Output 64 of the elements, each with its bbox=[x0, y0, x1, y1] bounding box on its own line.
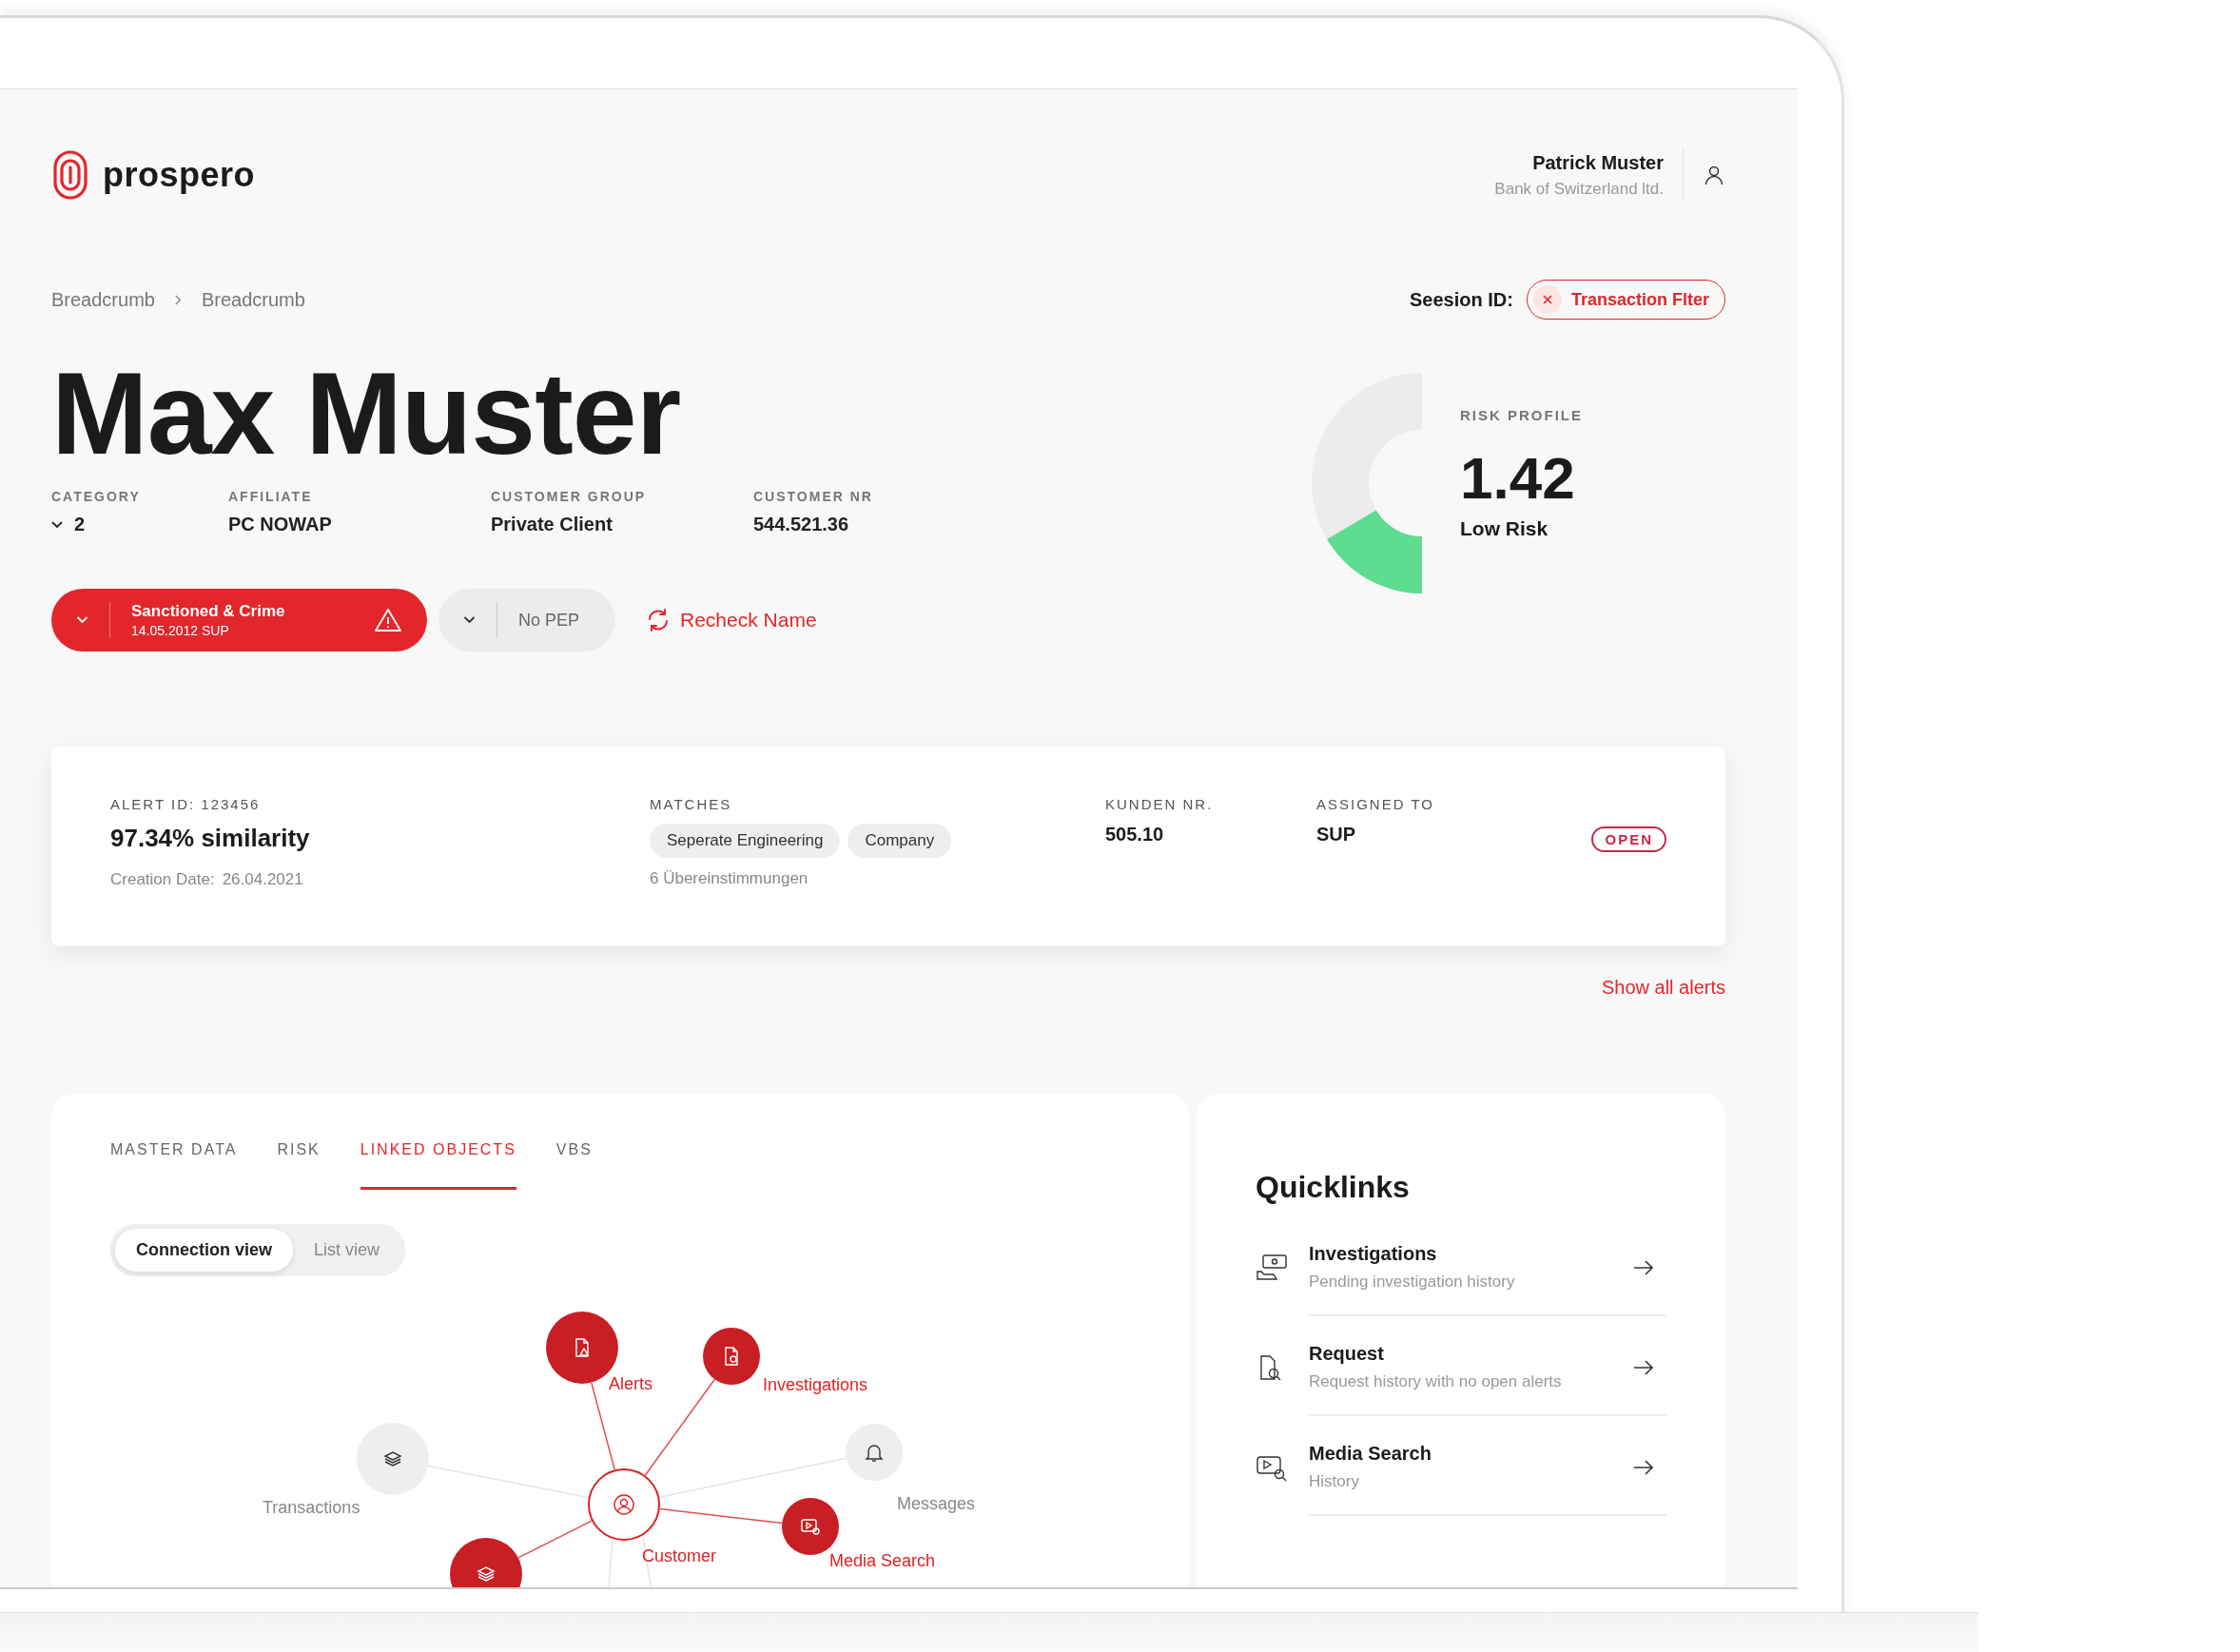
view-toggle-option[interactable]: List view bbox=[293, 1229, 401, 1273]
user-organization: Bank of Switzerland ltd. bbox=[1494, 179, 1664, 199]
fingerprint-logo-icon bbox=[51, 148, 89, 202]
tab[interactable]: MASTER DATA bbox=[110, 1141, 238, 1191]
customer-name: Max Muster bbox=[51, 350, 682, 478]
refresh-icon bbox=[646, 608, 671, 633]
quicklink-item[interactable]: Request Request history with no open alerts bbox=[1256, 1343, 1666, 1444]
field-value: 2 bbox=[74, 514, 86, 536]
user-name: Patrick Muster bbox=[1532, 151, 1664, 174]
breadcrumb-link[interactable]: Breadcrumb bbox=[51, 288, 155, 311]
view-toggle-option[interactable]: Connection view bbox=[115, 1229, 293, 1273]
chevron-down-icon[interactable] bbox=[463, 616, 476, 625]
node-label: Media Search bbox=[829, 1551, 936, 1572]
tab[interactable]: RISK bbox=[277, 1141, 321, 1191]
creation-date-label: Creation Date: bbox=[110, 870, 215, 890]
kunden-nr-value: 505.10 bbox=[1105, 824, 1165, 846]
quicklink-item[interactable]: Investigations Pending investigation history bbox=[1256, 1243, 1666, 1344]
matches-label: MATCHES bbox=[650, 796, 733, 813]
pep-status-button[interactable]: No PEP bbox=[438, 589, 615, 652]
field-value: PC NOWAP bbox=[228, 514, 332, 536]
node-label: Messages bbox=[897, 1494, 976, 1515]
warning-icon bbox=[374, 608, 402, 633]
sanction-status-button[interactable]: Sanctioned & Crime 14.05.2012 SUP bbox=[51, 589, 427, 652]
close-icon[interactable] bbox=[1532, 285, 1562, 314]
arrow-right-icon bbox=[1632, 1458, 1655, 1476]
creation-date: 26.04.2021 bbox=[222, 870, 303, 890]
chevron-down-icon[interactable] bbox=[51, 520, 63, 529]
similarity-value: 97.34% similarity bbox=[110, 824, 311, 854]
tab[interactable]: LINKED OBJECTS bbox=[360, 1141, 516, 1191]
matches-count: 6 Übereinstimmungen bbox=[650, 869, 809, 889]
risk-score: 1.42 bbox=[1460, 444, 1576, 512]
arrow-right-icon bbox=[1632, 1258, 1655, 1276]
brand-name[interactable]: prospero bbox=[103, 155, 256, 195]
show-all-alerts-link[interactable]: Show all alerts bbox=[1601, 977, 1725, 1000]
user-icon[interactable] bbox=[1703, 164, 1725, 186]
tab[interactable]: VBS bbox=[555, 1141, 593, 1191]
alert-card[interactable]: ALERT ID: 123456 97.34% similarity Creation Date: 26.04.2021 MATCHES Seperate Engineering Company 6 Übereinstimmungen KUNDEN NR. 505.10 ASSIGNED TO SUP OPEN bbox=[51, 747, 1725, 947]
breadcrumb-link[interactable]: Breadcrumb bbox=[201, 288, 305, 311]
recheck-name-link[interactable]: Recheck Name bbox=[646, 608, 817, 633]
user-icon bbox=[613, 1493, 635, 1517]
match-tag: Seperate Engineering bbox=[650, 824, 841, 859]
arrow-right-icon bbox=[1632, 1358, 1655, 1376]
assigned-to-value: SUP bbox=[1316, 824, 1357, 846]
risk-rating: Low Risk bbox=[1460, 517, 1549, 540]
node-label: Alerts bbox=[609, 1374, 653, 1395]
alert-id: ALERT ID: 123456 bbox=[110, 796, 262, 813]
session-label: Seesion ID: bbox=[1410, 288, 1513, 311]
node-label: Customer bbox=[642, 1546, 717, 1567]
risk-profile-label: RISK PROFILE bbox=[1460, 407, 1583, 423]
quicklinks-title: Quicklinks bbox=[1256, 1170, 1411, 1206]
status-badge: OPEN bbox=[1591, 826, 1666, 853]
kunden-nr-label: KUNDEN NR. bbox=[1105, 796, 1215, 813]
node-label: Investigations bbox=[763, 1375, 868, 1396]
field-label: CUSTOMER GROUP bbox=[491, 489, 648, 505]
field-label: CUSTOMER NR bbox=[753, 489, 874, 505]
assigned-to-label: ASSIGNED TO bbox=[1316, 796, 1435, 813]
match-tag: Company bbox=[847, 824, 952, 859]
quicklink-item[interactable]: Media Search History bbox=[1256, 1443, 1666, 1544]
field-label: CATEGORY bbox=[51, 489, 142, 505]
node-label: Transactions bbox=[263, 1498, 360, 1519]
field-label: AFFILIATE bbox=[228, 489, 314, 505]
field-value: Private Client bbox=[491, 514, 613, 536]
chevron-right-icon bbox=[173, 293, 183, 306]
field-value: 544.521.36 bbox=[753, 514, 849, 536]
